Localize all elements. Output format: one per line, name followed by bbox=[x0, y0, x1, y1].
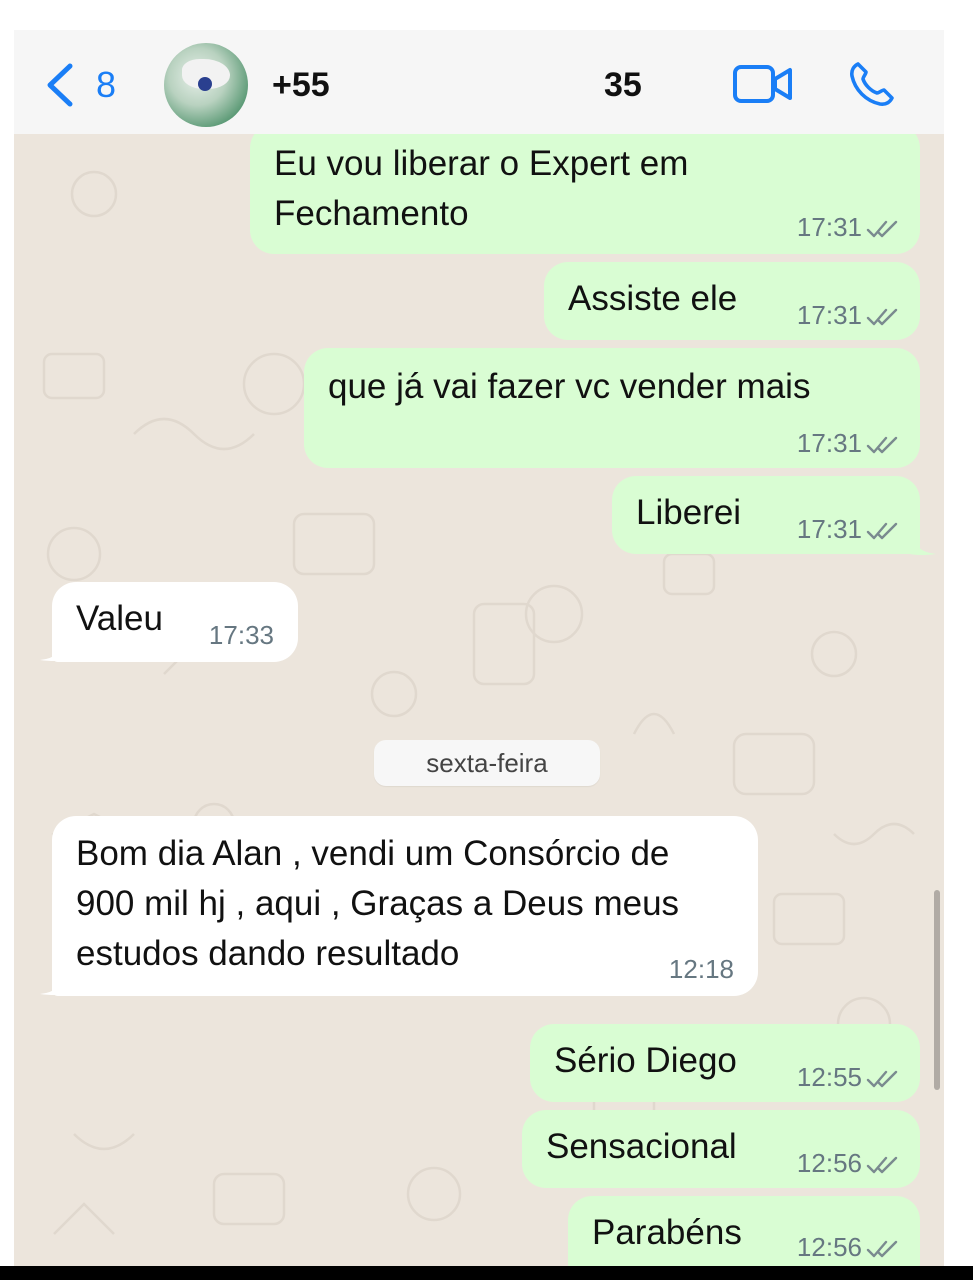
contact-name[interactable]: +55 bbox=[272, 66, 330, 105]
redacted-number bbox=[332, 66, 602, 108]
message-meta: 12:55 bbox=[797, 1062, 900, 1092]
message-text: Assiste ele bbox=[568, 279, 738, 318]
message-meta: 17:33 bbox=[209, 620, 274, 650]
outgoing-message[interactable]: Sensacional 12:56 bbox=[522, 1110, 920, 1188]
message-meta: 17:31 bbox=[797, 212, 900, 242]
bubble-tail bbox=[910, 532, 936, 555]
video-call-button[interactable] bbox=[732, 64, 794, 109]
message-text: Bom dia Alan , vendi um Consórcio de 900… bbox=[76, 834, 680, 973]
message-time: 12:56 bbox=[796, 1148, 862, 1178]
message-text: Eu vou liberar o Expert em Fechamento bbox=[274, 144, 689, 233]
message-text: Valeu bbox=[76, 599, 163, 638]
chat-area[interactable]: Eu vou liberar o Expert em Fechamento 17… bbox=[14, 134, 944, 1266]
message-time: 12:18 bbox=[668, 954, 734, 984]
read-receipt-icon bbox=[866, 1240, 898, 1258]
message-time: 12:55 bbox=[796, 1062, 862, 1092]
phone-icon bbox=[850, 62, 894, 106]
unread-count: 8 bbox=[96, 64, 117, 105]
message-time: 12:56 bbox=[796, 1232, 862, 1262]
message-time: 17:31 bbox=[796, 428, 862, 458]
chevron-left-icon bbox=[47, 63, 73, 107]
outgoing-message[interactable]: Assiste ele 17:31 bbox=[544, 262, 920, 340]
read-receipt-icon bbox=[866, 1070, 898, 1088]
outgoing-message[interactable]: Eu vou liberar o Expert em Fechamento 17… bbox=[250, 134, 920, 254]
video-call-icon bbox=[733, 65, 792, 103]
message-meta: 12:56 bbox=[797, 1148, 900, 1178]
message-meta: 17:31 bbox=[797, 300, 900, 330]
message-time: 17:31 bbox=[796, 514, 862, 544]
message-text: Parabéns bbox=[592, 1213, 742, 1252]
read-receipt-icon bbox=[866, 436, 898, 454]
voice-call-button[interactable] bbox=[848, 60, 896, 113]
read-receipt-icon bbox=[866, 220, 898, 238]
message-meta: 12:56 bbox=[797, 1232, 900, 1262]
message-text: Sério Diego bbox=[554, 1041, 737, 1080]
message-time: 17:31 bbox=[796, 212, 862, 242]
contact-name-suffix: 35 bbox=[604, 66, 642, 104]
message-meta: 17:31 bbox=[797, 514, 900, 544]
message-time: 17:33 bbox=[208, 620, 274, 650]
outgoing-message[interactable]: Sério Diego 12:55 bbox=[530, 1024, 920, 1102]
message-text: que já vai fazer vc vender mais bbox=[328, 367, 811, 406]
message-meta: 12:18 bbox=[669, 954, 734, 984]
read-receipt-icon bbox=[866, 308, 898, 326]
contact-avatar[interactable] bbox=[164, 43, 248, 127]
outgoing-message[interactable]: Liberei 17:31 bbox=[612, 476, 920, 554]
back-button[interactable]: 8 bbox=[44, 58, 144, 108]
scrollbar[interactable] bbox=[934, 890, 940, 1090]
message-meta: 17:31 bbox=[797, 428, 900, 458]
message-text: Sensacional bbox=[546, 1127, 737, 1166]
outgoing-message[interactable]: que já vai fazer vc vender mais 17:31 bbox=[304, 348, 920, 468]
chat-header: 8 +55 35 bbox=[14, 30, 944, 134]
date-separator: sexta-feira bbox=[374, 740, 600, 786]
message-time: 17:31 bbox=[796, 300, 862, 330]
read-receipt-icon bbox=[866, 1156, 898, 1174]
incoming-message[interactable]: Valeu 17:33 bbox=[52, 582, 298, 662]
message-text: Liberei bbox=[636, 493, 742, 532]
bottom-border bbox=[0, 1266, 973, 1280]
read-receipt-icon bbox=[866, 522, 898, 540]
incoming-message[interactable]: Bom dia Alan , vendi um Consórcio de 900… bbox=[52, 816, 758, 996]
outgoing-message[interactable]: Parabéns 12:56 bbox=[568, 1196, 920, 1266]
whatsapp-chat-screen: 8 +55 35 Eu vou liberar o Expert em Fech… bbox=[0, 0, 973, 1280]
